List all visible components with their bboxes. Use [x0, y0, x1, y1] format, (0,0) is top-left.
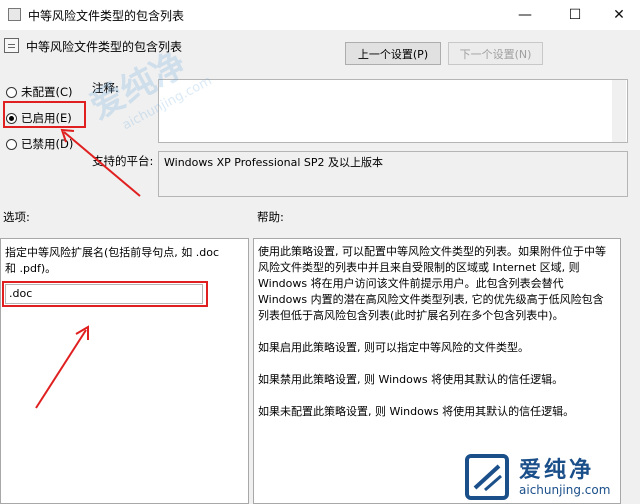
brand-url: aichunjing.com	[519, 483, 611, 497]
brand-watermark: 爱纯净 aichunjing.com	[465, 450, 635, 504]
arrow-to-enabled	[63, 131, 141, 197]
brand-logo-icon	[465, 454, 509, 500]
annotation-arrows	[35, 128, 141, 409]
brand-name: 爱纯净	[519, 458, 595, 483]
arrow-to-input	[35, 329, 87, 409]
